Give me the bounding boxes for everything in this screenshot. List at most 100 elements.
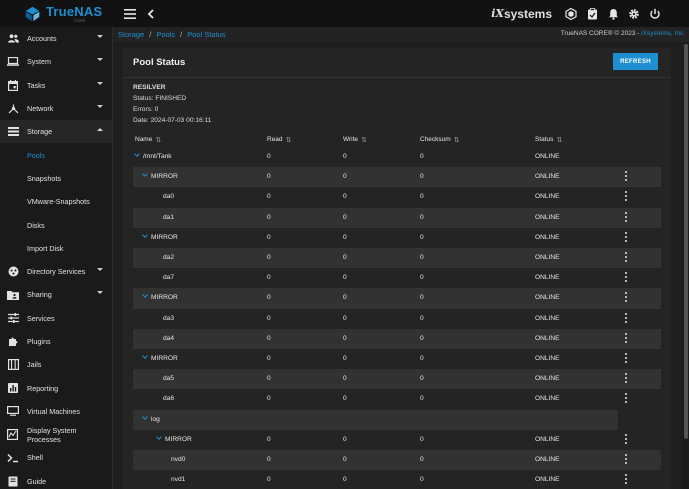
chart-icon <box>7 382 19 394</box>
sidebar-item-label: Directory Services <box>27 267 86 277</box>
more-options-icon[interactable] <box>623 392 629 404</box>
cell-write: 0 <box>343 375 347 383</box>
back-chevron-icon[interactable] <box>145 7 157 21</box>
sidebar-item-tasks[interactable]: Tasks <box>0 74 112 97</box>
sidebar-item-shell[interactable]: Shell <box>0 446 112 469</box>
sidebar-item-label: Jails <box>27 360 42 370</box>
sidebar-item-label: System <box>27 57 51 67</box>
task-manager-icon[interactable] <box>586 7 598 20</box>
table-row[interactable]: /mnt/Tank 0 0 0 ONLINE <box>133 147 661 167</box>
column-header-read[interactable]: Read ⇅ <box>267 136 291 144</box>
more-options-icon[interactable] <box>623 453 629 465</box>
table-row[interactable]: MIRROR 0 0 0 ONLINE <box>133 228 661 248</box>
table-row[interactable]: log <box>133 409 618 430</box>
more-options-icon[interactable] <box>623 271 629 283</box>
sidebar-item-plugins[interactable]: Plugins <box>0 330 112 353</box>
sidebar-item-services[interactable]: Services <box>0 307 112 330</box>
table-row[interactable]: MIRROR 0 0 0 ONLINE <box>133 167 661 188</box>
cell-read: 0 <box>267 314 271 322</box>
more-options-icon[interactable] <box>623 372 629 384</box>
cell-status: ONLINE <box>535 274 560 282</box>
column-header-status[interactable]: Status ⇅ <box>535 136 562 144</box>
more-options-icon[interactable] <box>623 251 629 263</box>
table-row[interactable]: MIRROR 0 0 0 ONLINE <box>133 430 661 450</box>
table-row[interactable]: da5 0 0 0 ONLINE <box>133 369 661 390</box>
device-name: da5 <box>163 375 174 382</box>
expand-chevron-icon[interactable] <box>134 151 140 157</box>
sidebar-item-label: VMware-Snapshots <box>27 197 90 207</box>
column-header-name[interactable]: Name ⇅ <box>135 136 161 144</box>
table-row[interactable]: nvd0 0 0 0 ONLINE <box>133 450 661 471</box>
sidebar-item-pools[interactable]: Pools <box>0 143 112 166</box>
table-row[interactable]: MIRROR 0 0 0 ONLINE <box>133 288 661 309</box>
settings-gear-icon[interactable] <box>628 8 640 20</box>
expand-chevron-icon[interactable] <box>142 413 148 420</box>
sidebar-item-vmware-snapshots[interactable]: VMware-Snapshots <box>0 190 112 213</box>
notifications-bell-icon[interactable] <box>607 8 619 20</box>
table-row[interactable]: da1 0 0 0 ONLINE <box>133 207 661 228</box>
device-name-label: da1 <box>163 213 175 221</box>
sidebar-item-storage[interactable]: Storage <box>0 120 112 144</box>
expand-chevron-icon[interactable] <box>142 231 148 238</box>
cell-checksum: 0 <box>420 193 424 201</box>
cell-write: 0 <box>343 173 347 181</box>
more-options-icon[interactable] <box>623 291 629 303</box>
more-options-icon[interactable] <box>623 211 629 223</box>
menu-toggle-icon[interactable] <box>123 7 137 21</box>
more-options-icon[interactable] <box>623 433 629 445</box>
truecommand-icon[interactable] <box>565 7 577 20</box>
sidebar-item-guide[interactable]: Guide <box>0 470 112 489</box>
sidebar-item-accounts[interactable]: Accounts <box>0 27 112 50</box>
cell-checksum: 0 <box>420 435 424 443</box>
cell-read: 0 <box>267 476 271 484</box>
table-row[interactable]: nvd1 0 0 0 ONLINE <box>133 470 661 489</box>
refresh-button[interactable]: REFRESH <box>613 53 658 70</box>
sidebar-item-jails[interactable]: Jails <box>0 353 112 376</box>
cell-status: ONLINE <box>535 334 560 342</box>
sidebar-item-sharing[interactable]: Sharing <box>0 283 112 306</box>
expand-chevron-icon[interactable] <box>142 353 148 359</box>
sidebar-item-directory-services[interactable]: Directory Services <box>0 260 112 283</box>
table-row[interactable]: da2 0 0 0 ONLINE <box>133 248 661 269</box>
more-options-icon[interactable] <box>623 190 629 202</box>
sidebar-item-reporting[interactable]: Reporting <box>0 376 112 399</box>
cell-write: 0 <box>343 476 347 484</box>
ixsystems-logo[interactable]: iX systems <box>491 7 552 21</box>
sidebar-item-disks[interactable]: Disks <box>0 213 112 236</box>
more-options-icon[interactable] <box>623 170 629 182</box>
device-name: log <box>142 413 160 423</box>
expand-chevron-icon[interactable] <box>142 292 148 299</box>
table-row[interactable]: da4 0 0 0 ONLINE <box>133 328 661 349</box>
device-name: MIRROR <box>142 231 178 241</box>
scrollbar-thumb[interactable] <box>684 44 688 439</box>
more-options-icon[interactable] <box>623 332 629 344</box>
sidebar-item-snapshots[interactable]: Snapshots <box>0 167 112 190</box>
column-header-write[interactable]: Write ⇅ <box>343 136 367 144</box>
sidebar-item-label: Shell <box>27 453 43 463</box>
breadcrumb-storage[interactable]: Storage <box>118 30 144 39</box>
sidebar-item-virtual-machines[interactable]: Virtual Machines <box>0 400 112 423</box>
sidebar-item-display-system-processes[interactable]: Display System Processes <box>0 423 112 446</box>
table-row[interactable]: da0 0 0 0 ONLINE <box>133 187 661 207</box>
expand-chevron-icon[interactable] <box>142 171 148 178</box>
cell-read: 0 <box>267 435 271 443</box>
truenas-logo[interactable]: TrueNAS CORE <box>0 0 113 27</box>
sidebar-item-network[interactable]: Network <box>0 97 112 120</box>
sidebar-item-system[interactable]: System <box>0 50 112 73</box>
cell-status: ONLINE <box>535 314 560 322</box>
more-options-icon[interactable] <box>623 312 629 324</box>
more-options-icon[interactable] <box>623 473 629 485</box>
table-row[interactable]: MIRROR 0 0 0 ONLINE <box>133 349 661 369</box>
sidebar-item-import-disk[interactable]: Import Disk <box>0 237 112 260</box>
column-header-checksum[interactable]: Checksum ⇅ <box>420 136 460 144</box>
table-row[interactable]: da3 0 0 0 ONLINE <box>133 309 661 329</box>
breadcrumb-pool-status[interactable]: Pool Status <box>187 30 225 39</box>
power-icon[interactable] <box>649 8 661 20</box>
ixsystems-link[interactable]: iXsystems, Inc. <box>641 30 685 37</box>
more-options-icon[interactable] <box>623 352 629 364</box>
breadcrumb-pools[interactable]: Pools <box>156 30 175 39</box>
table-row[interactable]: da7 0 0 0 ONLINE <box>133 268 661 288</box>
more-options-icon[interactable] <box>623 231 629 243</box>
expand-chevron-icon[interactable] <box>156 433 162 440</box>
table-row[interactable]: da6 0 0 0 ONLINE <box>133 389 661 409</box>
